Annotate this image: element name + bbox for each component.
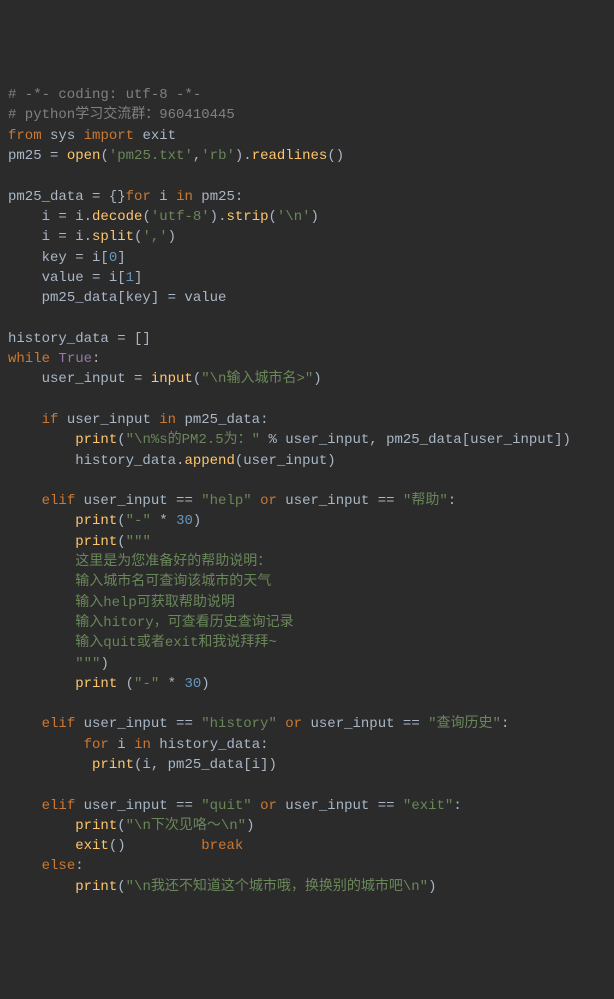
code-line xyxy=(8,694,606,714)
code-line: pm25_data[key] = value xyxy=(8,288,606,308)
keyword-else: else xyxy=(42,858,76,874)
code-line: print(i, pm25_data[i]) xyxy=(8,755,606,775)
code-line: while True: xyxy=(8,349,606,369)
code-line: print("\n%s的PM2.5为：" % user_input, pm25_… xyxy=(8,430,606,450)
code-line: elif user_input == "history" or user_inp… xyxy=(8,714,606,734)
code-line: exit() break xyxy=(8,836,606,856)
comment: # -*- coding: utf-8 -*- xyxy=(8,87,201,103)
code-line: for i in history_data: xyxy=(8,735,606,755)
code-line: elif user_input == "help" or user_input … xyxy=(8,491,606,511)
keyword-elif: elif xyxy=(42,493,76,509)
code-line: print(""" xyxy=(8,532,606,552)
code-line: 这里是为您准备好的帮助说明： xyxy=(8,552,606,572)
code-line xyxy=(8,308,606,328)
code-line: else: xyxy=(8,856,606,876)
keyword-while: while xyxy=(8,351,50,367)
keyword-if: if xyxy=(42,412,59,428)
code-line: # python学习交流群：960410445 xyxy=(8,105,606,125)
keyword-import: import xyxy=(84,128,134,144)
code-line: print("\n下次见咯～\n") xyxy=(8,816,606,836)
code-line: i = i.split(',') xyxy=(8,227,606,247)
code-line: 输入help可获取帮助说明 xyxy=(8,593,606,613)
code-line: # -*- coding: utf-8 -*- xyxy=(8,85,606,105)
code-editor[interactable]: # -*- coding: utf-8 -*- # python学习交流群：960… xyxy=(8,85,606,897)
code-line xyxy=(8,390,606,410)
keyword-elif: elif xyxy=(42,798,76,814)
code-line: key = i[0] xyxy=(8,248,606,268)
code-line: pm25_data = {}for i in pm25: xyxy=(8,187,606,207)
keyword-from: from xyxy=(8,128,42,144)
code-line: history_data = [] xyxy=(8,329,606,349)
code-line: """) xyxy=(8,654,606,674)
code-line: pm25 = open('pm25.txt','rb').readlines() xyxy=(8,146,606,166)
code-line: i = i.decode('utf-8').strip('\n') xyxy=(8,207,606,227)
code-line xyxy=(8,166,606,186)
code-line: 输入hitory，可查看历史查询记录 xyxy=(8,613,606,633)
code-line: user_input = input("\n输入城市名>") xyxy=(8,369,606,389)
comment: # python学习交流群：960410445 xyxy=(8,107,235,123)
code-line xyxy=(8,775,606,795)
code-line: 输入城市名可查询该城市的天气 xyxy=(8,572,606,592)
code-line: if user_input in pm25_data: xyxy=(8,410,606,430)
code-line: value = i[1] xyxy=(8,268,606,288)
code-line: elif user_input == "quit" or user_input … xyxy=(8,796,606,816)
code-line: print("\n我还不知道这个城市哦，换换别的城市吧\n") xyxy=(8,877,606,897)
code-line: print("-" * 30) xyxy=(8,511,606,531)
code-line: history_data.append(user_input) xyxy=(8,451,606,471)
keyword-elif: elif xyxy=(42,716,76,732)
keyword-break: break xyxy=(201,838,243,854)
code-line: from sys import exit xyxy=(8,126,606,146)
code-line: print ("-" * 30) xyxy=(8,674,606,694)
code-line: 输入quit或者exit和我说拜拜~ xyxy=(8,633,606,653)
code-line xyxy=(8,471,606,491)
